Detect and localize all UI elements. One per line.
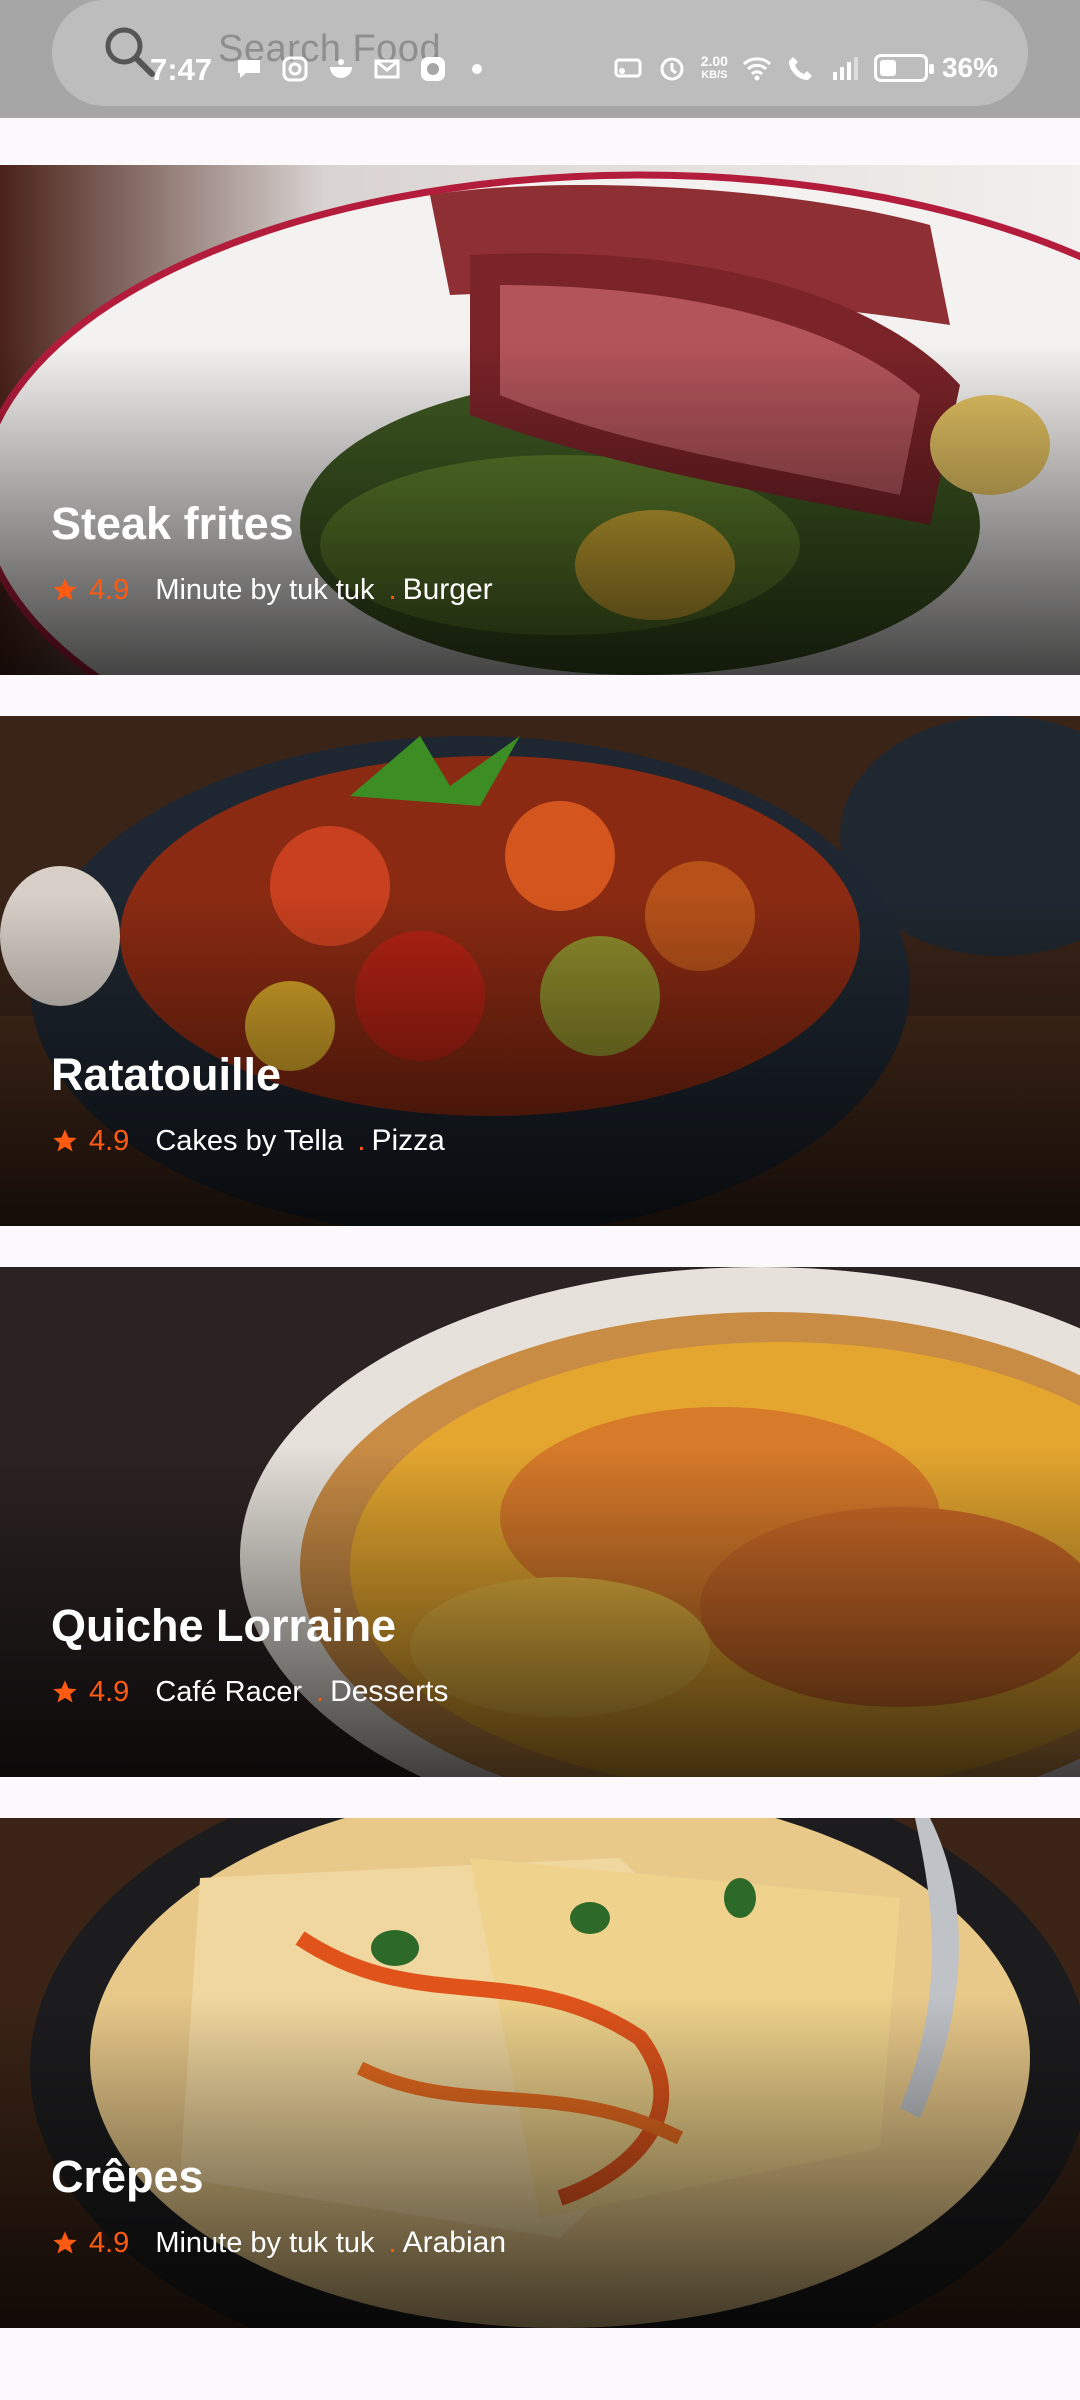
battery-level xyxy=(879,60,896,76)
food-category: Arabian xyxy=(402,2226,507,2259)
network-speed-unit: KB/S xyxy=(701,69,728,81)
food-category: Desserts xyxy=(330,1675,449,1708)
restaurant-name: Café Racer xyxy=(155,1675,302,1708)
star-icon xyxy=(53,578,77,601)
status-bar: 7:47 2.00 KB/S 36% xyxy=(0,0,1080,118)
instagram-icon xyxy=(282,56,308,82)
restaurant-name: Minute by tuk tuk xyxy=(155,2226,375,2259)
rating: 4.9 xyxy=(89,1675,130,1708)
food-title: Quiche Lorraine xyxy=(51,1600,397,1651)
food-title: Crêpes xyxy=(51,2151,204,2202)
call-icon xyxy=(788,57,812,80)
food-card[interactable]: Crêpes 4.9 Minute by tuk tuk . Arabian xyxy=(0,1818,1080,2328)
food-category: Pizza xyxy=(371,1124,445,1157)
star-icon xyxy=(53,2231,77,2254)
battery-percent: 36% xyxy=(941,52,998,83)
network-speed: 2.00 KB/S xyxy=(701,54,728,82)
rating: 4.9 xyxy=(89,1124,130,1157)
food-meta: 4.9 Cakes by Tella . Pizza xyxy=(51,1124,445,1158)
signal-icon xyxy=(832,57,858,80)
status-time: 7:47 xyxy=(150,52,213,87)
food-category: Burger xyxy=(402,573,493,606)
food-meta: 4.9 Minute by tuk tuk . Arabian xyxy=(51,2226,506,2260)
food-card[interactable]: Quiche Lorraine 4.9 Café Racer . Dessert… xyxy=(0,1267,1080,1777)
bowl-icon xyxy=(330,59,352,78)
meta-separator: . xyxy=(388,573,397,606)
food-title: Steak frites xyxy=(51,498,294,549)
food-meta: 4.9 Café Racer . Desserts xyxy=(51,1675,448,1709)
food-title: Ratatouille xyxy=(51,1049,282,1100)
wifi-icon xyxy=(742,57,771,81)
battery-icon xyxy=(873,54,934,82)
meta-separator: . xyxy=(357,1124,366,1157)
restaurant-name: Minute by tuk tuk xyxy=(155,573,375,606)
notification-icons xyxy=(234,54,482,84)
gmail-icon xyxy=(374,59,400,79)
cast-icon xyxy=(614,58,642,78)
chat-icon xyxy=(238,60,260,78)
network-speed-value: 2.00 xyxy=(700,53,728,69)
rating: 4.9 xyxy=(89,573,130,606)
food-card[interactable]: Ratatouille 4.9 Cakes by Tella . Pizza xyxy=(0,716,1080,1226)
more-notifications-icon xyxy=(472,64,482,74)
app-icon xyxy=(421,57,445,81)
meta-separator: . xyxy=(316,1675,325,1708)
food-meta: 4.9 Minute by tuk tuk . Burger xyxy=(51,573,493,607)
star-icon xyxy=(53,1680,77,1703)
restaurant-name: Cakes by Tella xyxy=(155,1124,344,1157)
meta-separator: . xyxy=(388,2226,397,2259)
system-icons: 2.00 KB/S 36% xyxy=(613,52,998,84)
rating: 4.9 xyxy=(89,2226,130,2259)
food-card[interactable]: Steak frites 4.9 Minute by tuk tuk . Bur… xyxy=(0,165,1080,675)
alarm-icon xyxy=(660,57,684,81)
star-icon xyxy=(53,1129,77,1152)
